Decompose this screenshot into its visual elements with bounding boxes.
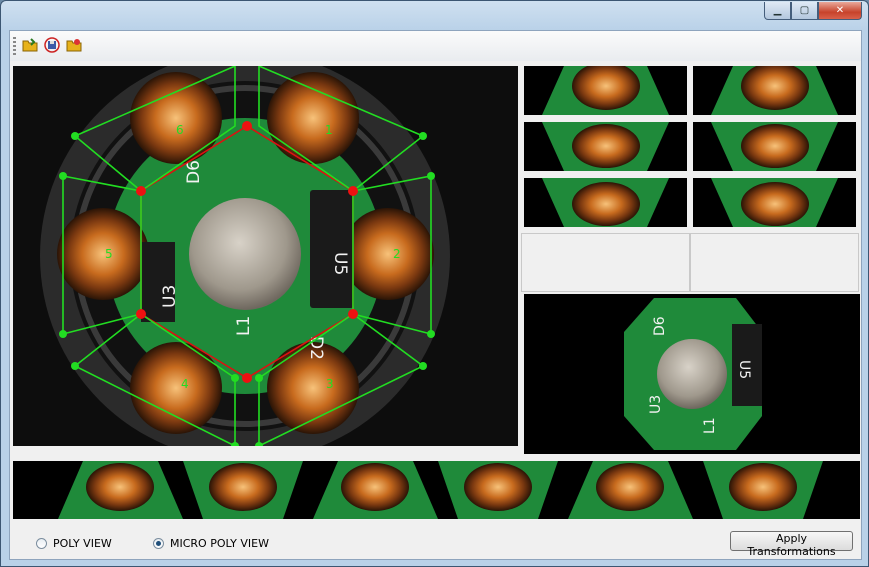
toolbar-grip[interactable] — [13, 37, 16, 55]
micro-poly-strip-image — [58, 461, 823, 519]
hex-label-5: 5 — [105, 247, 113, 261]
poly-view-label: POLY VIEW — [53, 537, 112, 550]
label-u5: U5 — [330, 252, 350, 275]
maximize-icon: ▢ — [799, 5, 810, 16]
close-button[interactable]: ✕ — [818, 2, 862, 20]
preview-label-u5: U5 — [736, 360, 752, 379]
hex-label-1: 1 — [325, 123, 333, 137]
thumbnail-6[interactable] — [693, 178, 856, 227]
thumbnail-3[interactable] — [524, 122, 687, 171]
thumbnail-4[interactable] — [693, 122, 856, 171]
open-folder-icon — [22, 38, 38, 52]
minimize-icon: ▁ — [773, 5, 782, 16]
thumbnail-empty-2[interactable] — [690, 233, 859, 292]
thumbnail-5[interactable] — [524, 178, 687, 227]
hex-label-2: 2 — [393, 247, 401, 261]
preview-label-l1: L1 — [702, 417, 718, 434]
preview-label-d6: D6 — [652, 316, 668, 336]
label-u3: U3 — [160, 285, 180, 308]
micro-poly-view-radio[interactable]: MICRO POLY VIEW — [153, 537, 269, 550]
save-button[interactable] — [43, 36, 61, 54]
minimize-button[interactable]: ▁ — [764, 2, 791, 20]
hex-label-4: 4 — [181, 377, 189, 391]
thumbnail-1[interactable] — [524, 66, 687, 115]
preview-label-u3: U3 — [648, 395, 664, 414]
title-bar: ▁ ▢ ✕ — [1, 1, 868, 29]
save-disk-icon — [44, 37, 60, 53]
hex-label-6: 6 — [176, 123, 184, 137]
micro-poly-view-radio-dot[interactable] — [153, 538, 164, 549]
app-window: ▁ ▢ ✕ D6 U3 L1 U5 D2 6 1 5 2 4 3 D6 U3 L… — [0, 0, 869, 567]
thumbnail-grid — [520, 65, 860, 292]
maximize-button[interactable]: ▢ — [791, 2, 818, 20]
client-area: D6 U3 L1 U5 D2 6 1 5 2 4 3 D6 U3 L1 U5 P… — [9, 30, 862, 560]
toolbar — [10, 31, 861, 61]
bottom-bar: POLY VIEW MICRO POLY VIEW Apply Transfor… — [10, 527, 861, 559]
open-button[interactable] — [21, 36, 39, 54]
load-button[interactable] — [65, 36, 83, 54]
preview-image: D6 U3 L1 U5 — [624, 298, 762, 450]
preview-view[interactable]: D6 U3 L1 U5 — [524, 294, 860, 454]
main-image-view[interactable]: D6 U3 L1 U5 D2 6 1 5 2 4 3 — [13, 66, 518, 446]
poly-view-radio[interactable]: POLY VIEW — [36, 537, 112, 550]
apply-transformations-button[interactable]: Apply Transformations — [730, 531, 853, 558]
load-folder-icon — [66, 39, 82, 52]
hex-label-3: 3 — [326, 377, 334, 391]
thumbnail-2[interactable] — [693, 66, 856, 115]
pcb-image: D6 U3 L1 U5 D2 6 1 5 2 4 3 — [13, 66, 518, 446]
thumbnail-empty-1[interactable] — [521, 233, 690, 292]
micro-poly-view-label: MICRO POLY VIEW — [170, 537, 269, 550]
poly-view-radio-dot[interactable] — [36, 538, 47, 549]
label-l1: L1 — [234, 316, 254, 336]
micro-poly-strip[interactable] — [13, 461, 860, 519]
close-icon: ✕ — [835, 5, 845, 16]
